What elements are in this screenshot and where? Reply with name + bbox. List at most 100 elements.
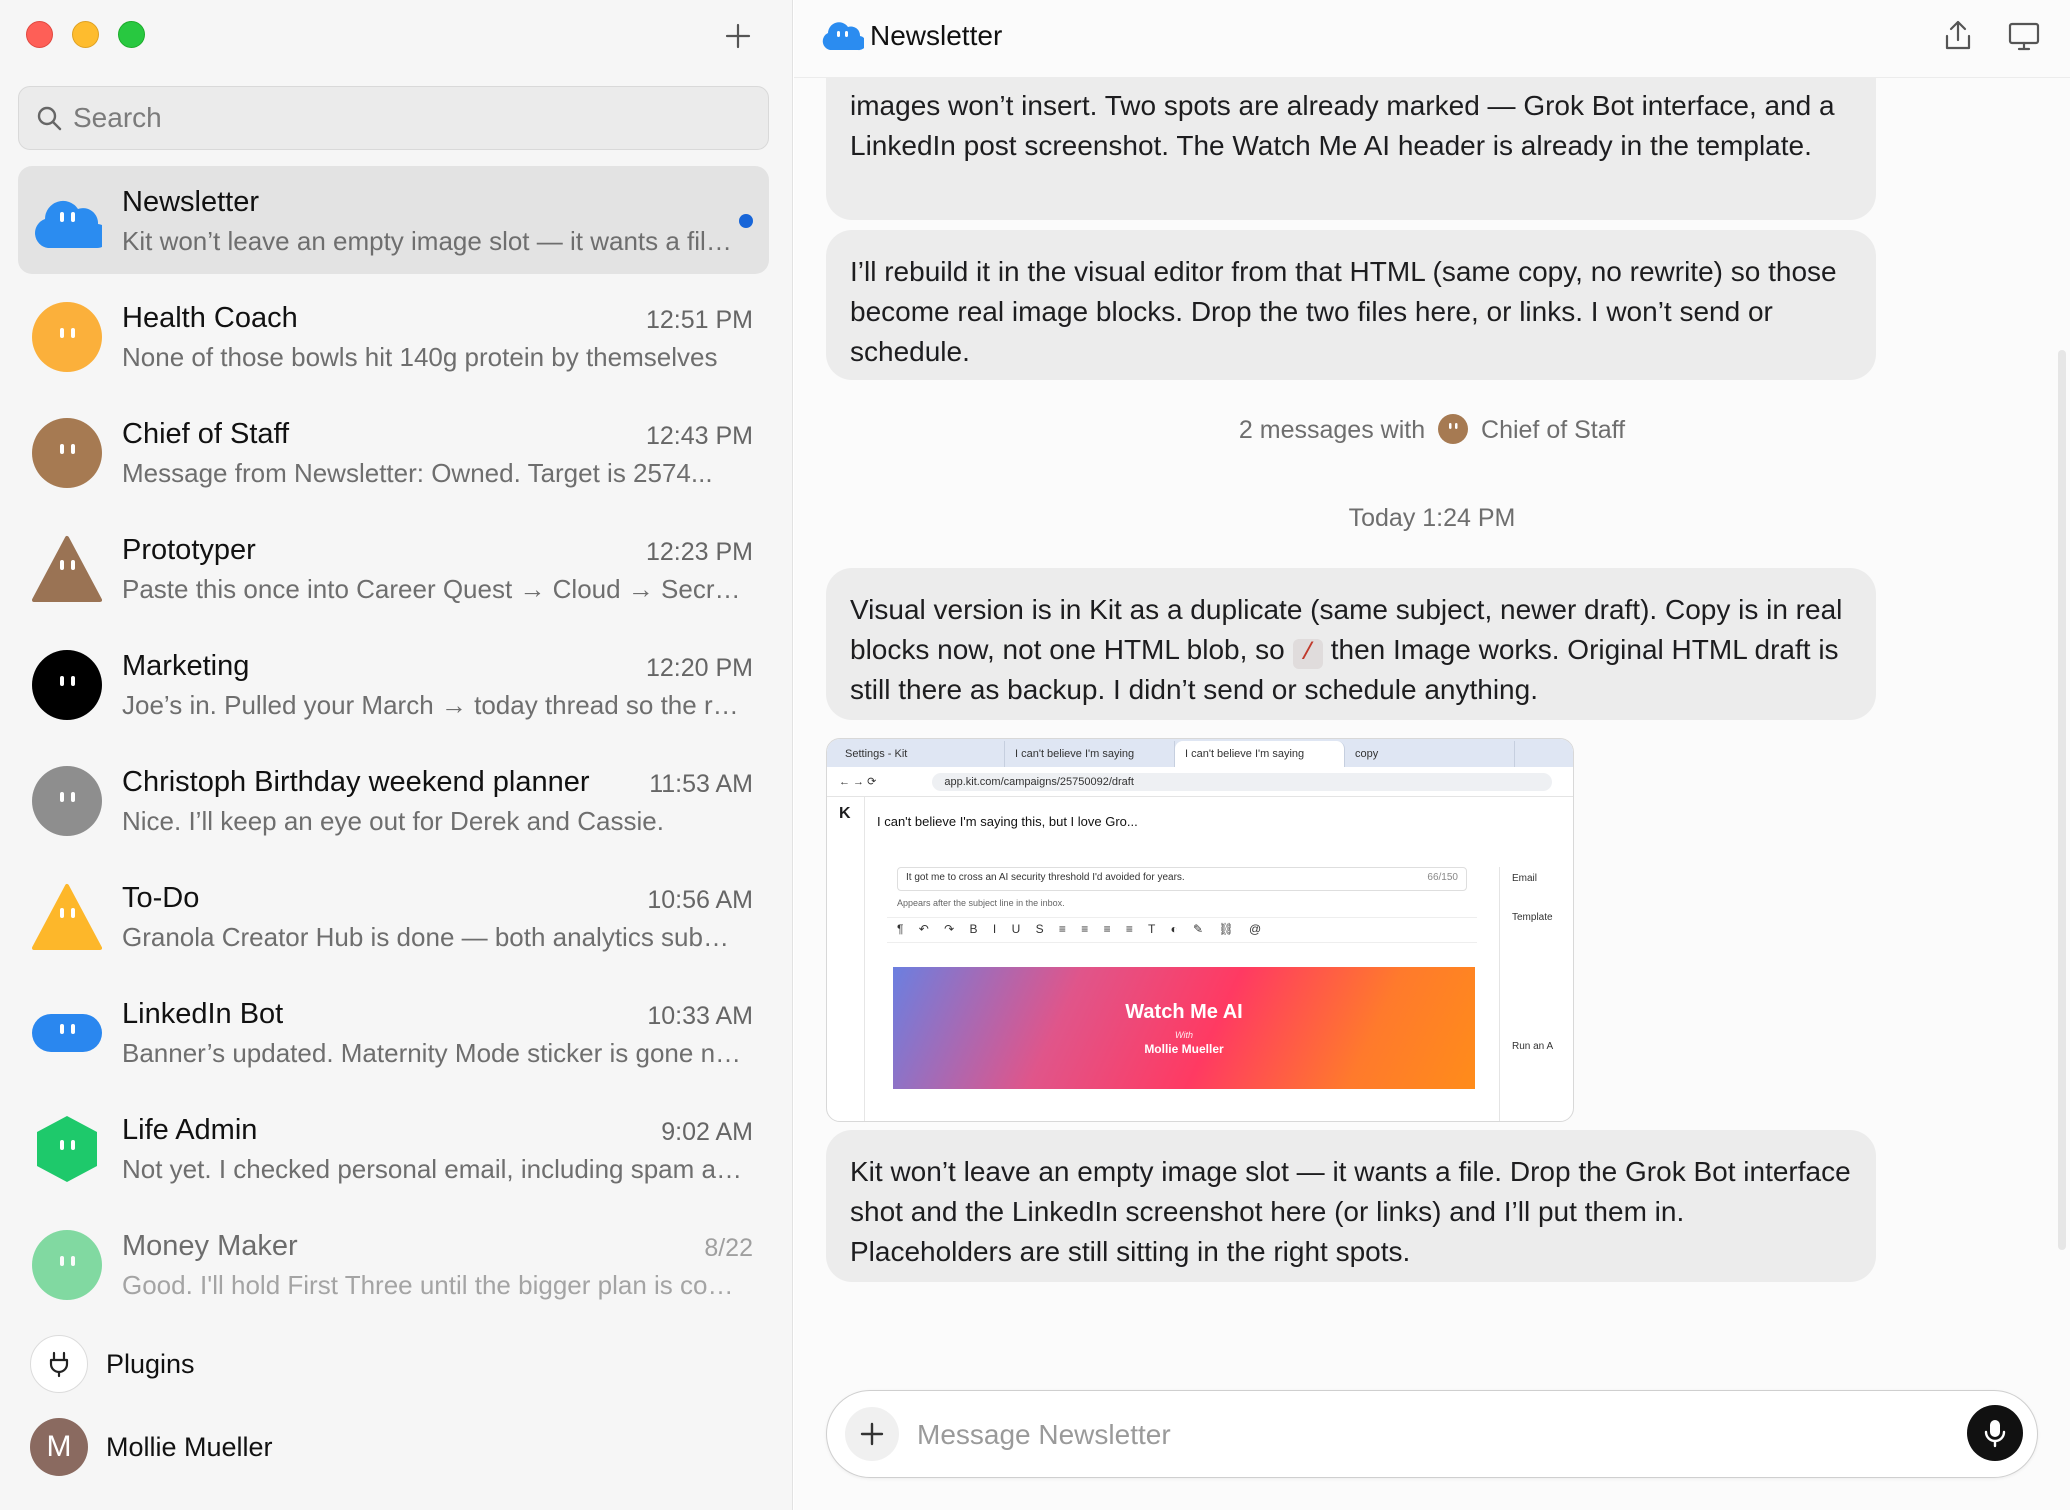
- chat-preview: Kit won’t leave an empty image slot — it…: [122, 226, 742, 256]
- nav-arrows-icon: ← → ⟳: [839, 776, 877, 788]
- display-icon[interactable]: [2006, 18, 2042, 54]
- banner-title: Watch Me AI: [1125, 1000, 1243, 1023]
- agent-avatar-icon: [32, 536, 102, 602]
- plugins-item[interactable]: Plugins: [30, 1335, 195, 1393]
- message-composer: [826, 1390, 2038, 1478]
- search-icon: [35, 104, 63, 132]
- message-bubble: I’ll rebuild it in the visual editor fro…: [826, 230, 1876, 380]
- chat-time: 10:33 AM: [647, 1002, 753, 1030]
- newsletter-banner: Watch Me AI With Mollie Mueller: [893, 967, 1475, 1089]
- chat-name: Christoph Birthday weekend planner: [122, 766, 590, 798]
- chat-preview: Joe’s in. Pulled your March → today thre…: [122, 690, 742, 720]
- chat-list: Newsletter Kit won’t leave an empty imag…: [18, 166, 769, 1326]
- chat-time: 12:43 PM: [645, 422, 753, 450]
- chat-name: Life Admin: [122, 1114, 258, 1146]
- chat-time: 11:53 AM: [649, 770, 753, 798]
- chat-time: 12:23 PM: [645, 538, 753, 566]
- search-input[interactable]: [73, 102, 723, 134]
- chief-of-staff-avatar-icon: [1438, 414, 1469, 444]
- maximize-window-button[interactable]: [118, 21, 145, 48]
- minimize-window-button[interactable]: [72, 21, 99, 48]
- agent-avatar-icon: [32, 302, 102, 372]
- chat-preview: None of those bowls hit 140g protein by …: [122, 342, 718, 372]
- agent-avatar-icon: [35, 200, 102, 249]
- conversation-pane: Newsletter images won’t insert. Two spot…: [794, 0, 2070, 1510]
- chat-item-newsletter[interactable]: Newsletter Kit won’t leave an empty imag…: [18, 166, 769, 274]
- search-field[interactable]: [18, 86, 769, 150]
- browser-tab-bar: Settings - Kit I can't believe I'm sayin…: [827, 739, 1573, 767]
- browser-tab: Settings - Kit: [835, 741, 1005, 767]
- banner-name: Mollie Mueller: [1144, 1041, 1224, 1056]
- chat-preview: Nice. I’ll keep an eye out for Derek and…: [122, 806, 664, 836]
- sidebar: Newsletter Kit won’t leave an empty imag…: [0, 0, 793, 1510]
- message-bubble: Visual version is in Kit as a duplicate …: [826, 568, 1876, 720]
- browser-tab: copy: [1345, 741, 1515, 767]
- draft-heading: I can't believe I'm saying this, but I l…: [877, 814, 1138, 829]
- user-profile[interactable]: M Mollie Mueller: [30, 1418, 273, 1476]
- conversation-title: Newsletter: [870, 20, 1003, 51]
- chat-item-linkedin-bot[interactable]: LinkedIn Bot 10:33 AM Banner’s updated. …: [18, 978, 769, 1086]
- kit-logo-icon: K: [839, 805, 851, 822]
- messages-with-text: 2 messages with: [1238, 416, 1426, 444]
- chat-name: Newsletter: [122, 186, 259, 218]
- agent-avatar-icon: [32, 650, 102, 720]
- settings-panel: Email Template Run an A: [1499, 867, 1573, 1121]
- preview-text-field: It got me to cross an AI security thresh…: [897, 867, 1467, 891]
- chat-name: To-Do: [122, 882, 200, 914]
- plugins-label: Plugins: [106, 1348, 195, 1379]
- user-name: Mollie Mueller: [106, 1431, 273, 1462]
- chat-item-life-admin[interactable]: Life Admin 9:02 AM Not yet. I checked pe…: [18, 1094, 769, 1202]
- plus-icon: [725, 23, 751, 49]
- close-window-button[interactable]: [26, 21, 53, 48]
- preview-text-value: It got me to cross an AI security thresh…: [906, 872, 1185, 883]
- chat-preview: Not yet. I checked personal email, inclu…: [122, 1154, 742, 1184]
- agent-avatar-icon: [32, 884, 102, 950]
- chat-time: 9:02 AM: [661, 1118, 753, 1146]
- scrollbar[interactable]: [2058, 350, 2066, 1250]
- chat-time: 12:51 PM: [645, 306, 753, 334]
- timestamp-divider: Today 1:24 PM: [1348, 504, 1516, 532]
- message-bubble: Kit won’t leave an empty image slot — it…: [826, 1130, 1876, 1282]
- chat-item-to-do[interactable]: To-Do 10:56 AM Granola Creator Hub is do…: [18, 862, 769, 970]
- url-text: app.kit.com/campaigns/25750092/draft: [932, 772, 1553, 791]
- chat-item-money-maker[interactable]: Money Maker 8/22 Good. I'll hold First T…: [18, 1210, 769, 1318]
- new-chat-button[interactable]: [718, 16, 758, 56]
- messages-with-divider: 2 messages with Chief of Staff: [794, 414, 2070, 445]
- chat-time: 10:56 AM: [647, 886, 753, 914]
- browser-tab: I can't believe I'm saying: [1005, 741, 1175, 767]
- plug-icon: [30, 1335, 88, 1393]
- chat-preview: Good. I'll hold First Three until the bi…: [122, 1270, 742, 1300]
- chat-item-chief-of-staff[interactable]: Chief of Staff 12:43 PM Message from New…: [18, 398, 769, 506]
- plus-icon: [860, 1422, 884, 1446]
- browser-tab: I can't believe I'm saying: [1175, 741, 1345, 767]
- banner-with: With: [1175, 1029, 1193, 1040]
- chat-name: Prototyper: [122, 534, 256, 566]
- chat-name: Chief of Staff: [122, 418, 290, 450]
- chat-preview: Banner’s updated. Maternity Mode sticker…: [122, 1038, 742, 1068]
- chat-time: 8/22: [704, 1234, 753, 1262]
- chat-item-christoph-birthday-weekend-planner[interactable]: Christoph Birthday weekend planner 11:53…: [18, 746, 769, 854]
- chat-item-health-coach[interactable]: Health Coach 12:51 PM None of those bowl…: [18, 282, 769, 390]
- chat-item-prototyper[interactable]: Prototyper 12:23 PM Paste this once into…: [18, 514, 769, 622]
- conversation-header: Newsletter: [794, 0, 2070, 78]
- chat-preview: Message from Newsletter: Owned. Target i…: [122, 458, 713, 488]
- agent-avatar-icon: [37, 1116, 97, 1182]
- chat-item-marketing[interactable]: Marketing 12:20 PM Joe’s in. Pulled your…: [18, 630, 769, 738]
- message-input[interactable]: [917, 1413, 1917, 1457]
- agent-avatar-icon: [32, 1014, 102, 1052]
- panel-email: Email: [1512, 873, 1538, 884]
- chat-preview: Granola Creator Hub is done — both analy…: [122, 922, 742, 952]
- screenshot-attachment[interactable]: Settings - Kit I can't believe I'm sayin…: [826, 738, 1574, 1122]
- chat-name: LinkedIn Bot: [122, 998, 284, 1030]
- panel-run: Run an A: [1512, 1041, 1554, 1052]
- messages-with-agent[interactable]: Chief of Staff: [1481, 416, 1625, 444]
- agent-avatar-icon: [32, 418, 102, 488]
- chat-time: 12:20 PM: [645, 654, 753, 682]
- preview-hint: Appears after the subject line in the in…: [897, 898, 1065, 908]
- attach-button[interactable]: [845, 1407, 899, 1461]
- chat-name: Health Coach: [122, 302, 298, 334]
- share-icon[interactable]: [1940, 18, 1976, 54]
- unread-dot: [739, 214, 753, 228]
- voice-input-button[interactable]: [1967, 1405, 2023, 1461]
- cloud-avatar-icon: [822, 22, 864, 51]
